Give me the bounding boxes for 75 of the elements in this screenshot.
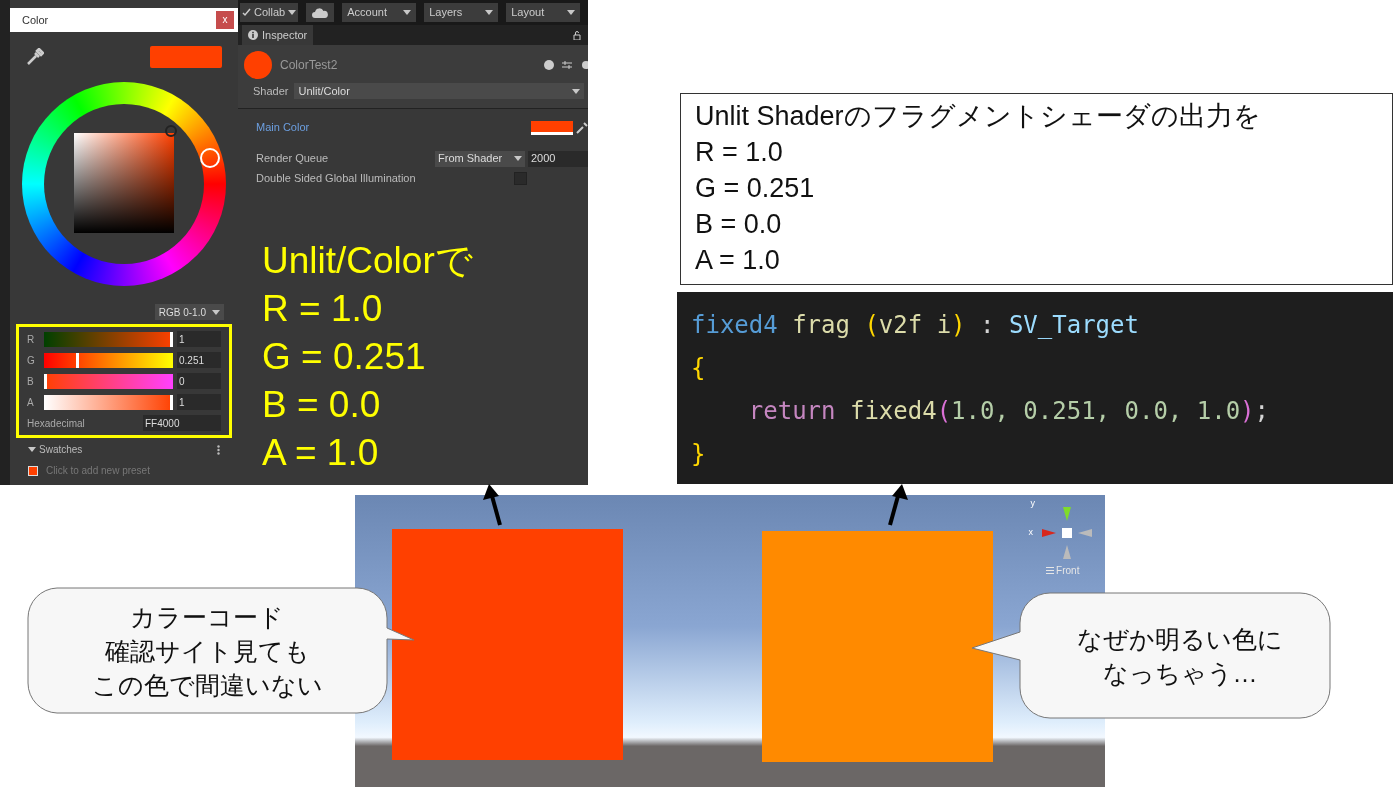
toolbar-dropdown[interactable]: Layout [506,3,581,22]
hue-handle[interactable] [200,148,220,168]
shader-dropdown[interactable]: Unlit/Color [294,83,584,100]
window-title: Color [22,12,49,28]
material-preview [244,51,272,79]
inspector-tab[interactable]: Inspector [242,25,314,45]
note-line: R = 1.0 [695,136,784,169]
slider-handle[interactable] [44,373,48,389]
toolbar-dropdown[interactable]: Layers [424,3,499,22]
note-line: A = 1.0 [695,244,781,277]
caret-icon [567,10,576,15]
eyedropper-icon[interactable] [576,121,588,134]
shader-label: Shader [253,84,289,99]
note-line: G = 0.251 [695,172,816,205]
channel-value-field[interactable]: 0 [177,373,221,389]
code-line: fixed4 frag (v2f i) : SV_Target [691,310,1140,341]
toolbar-dropdown[interactable]: Account [342,3,417,22]
swatches-foldout[interactable]: Swatches [28,442,83,457]
property-label: Render Queue [256,151,329,167]
code-line: { [691,353,707,384]
hex-field[interactable]: FF4000 [143,415,221,431]
channel-label: A [27,395,35,410]
saturation-value-square[interactable] [74,133,174,233]
cloud-icon [312,7,329,18]
material-name: ColorTest2 [280,57,339,74]
property-label: Main Color [256,120,310,136]
collab-dropdown[interactable]: Collab [240,3,299,22]
queue-dropdown[interactable]: From Shader [435,150,525,167]
channel-value-field[interactable]: 1 [177,394,221,410]
caret-icon [485,10,494,15]
axis-label: x [1028,526,1033,540]
caret-icon [212,309,220,315]
sliders-icon[interactable] [562,60,572,70]
axis-label: y [1030,497,1035,510]
info-icon [248,30,258,40]
channel-label: R [27,332,36,347]
property-label: Double Sided Global Illumination [256,171,416,187]
eyedropper-icon[interactable] [26,48,44,66]
channel-slider[interactable] [44,331,173,347]
mode-dropdown[interactable]: RGB 0-1.0 [154,304,224,320]
channel-label: G [27,353,36,368]
channel-slider[interactable] [44,394,173,410]
slider-handle[interactable] [170,394,173,410]
lock-icon[interactable] [572,30,582,40]
note-line: B = 0.0 [695,208,783,241]
color-preview [150,46,222,68]
menu-icon [1046,567,1055,574]
annotation-text: Unlit/Colorで R = 1.0 G = 0.251 B = 0.0 A = 1.0 [262,238,474,475]
channel-slider[interactable] [44,352,173,368]
bubble-text: なぜか明るい色に なっちゃう… [1077,624,1283,689]
close-button[interactable]: x [216,11,234,29]
slider-handle[interactable] [75,352,79,368]
caret-icon [28,447,36,452]
channel-value-field[interactable]: 0.251 [177,352,221,368]
more-icon[interactable] [217,444,220,455]
channel-slider[interactable] [44,373,173,389]
bubble-text: カラーコード 確認サイト見ても この色で間違いない [91,602,323,701]
caret-icon [403,10,412,15]
channel-label: B [27,374,35,389]
channel-value-field[interactable]: 1 [177,331,221,347]
color-field[interactable] [531,120,573,135]
caret-icon [514,156,522,161]
caret-icon [572,88,580,94]
note-line: Unlit Shaderのフラグメントシェーダの出力を [695,100,1262,133]
caret-icon [288,10,297,15]
color-handle[interactable] [165,125,177,137]
cloud-button[interactable] [306,3,335,22]
preset-swatch[interactable] [28,465,38,476]
queue-field[interactable]: 2000 [528,150,588,167]
code-line: return fixed4(1.0, 0.251, 0.0, 1.0); [747,396,1270,427]
slider-handle[interactable] [170,331,173,347]
add-preset-hint: Click to add new preset [46,464,150,478]
code-line: } [691,439,707,470]
hex-label: Hexadecimal [27,416,85,431]
check-icon [242,8,251,17]
